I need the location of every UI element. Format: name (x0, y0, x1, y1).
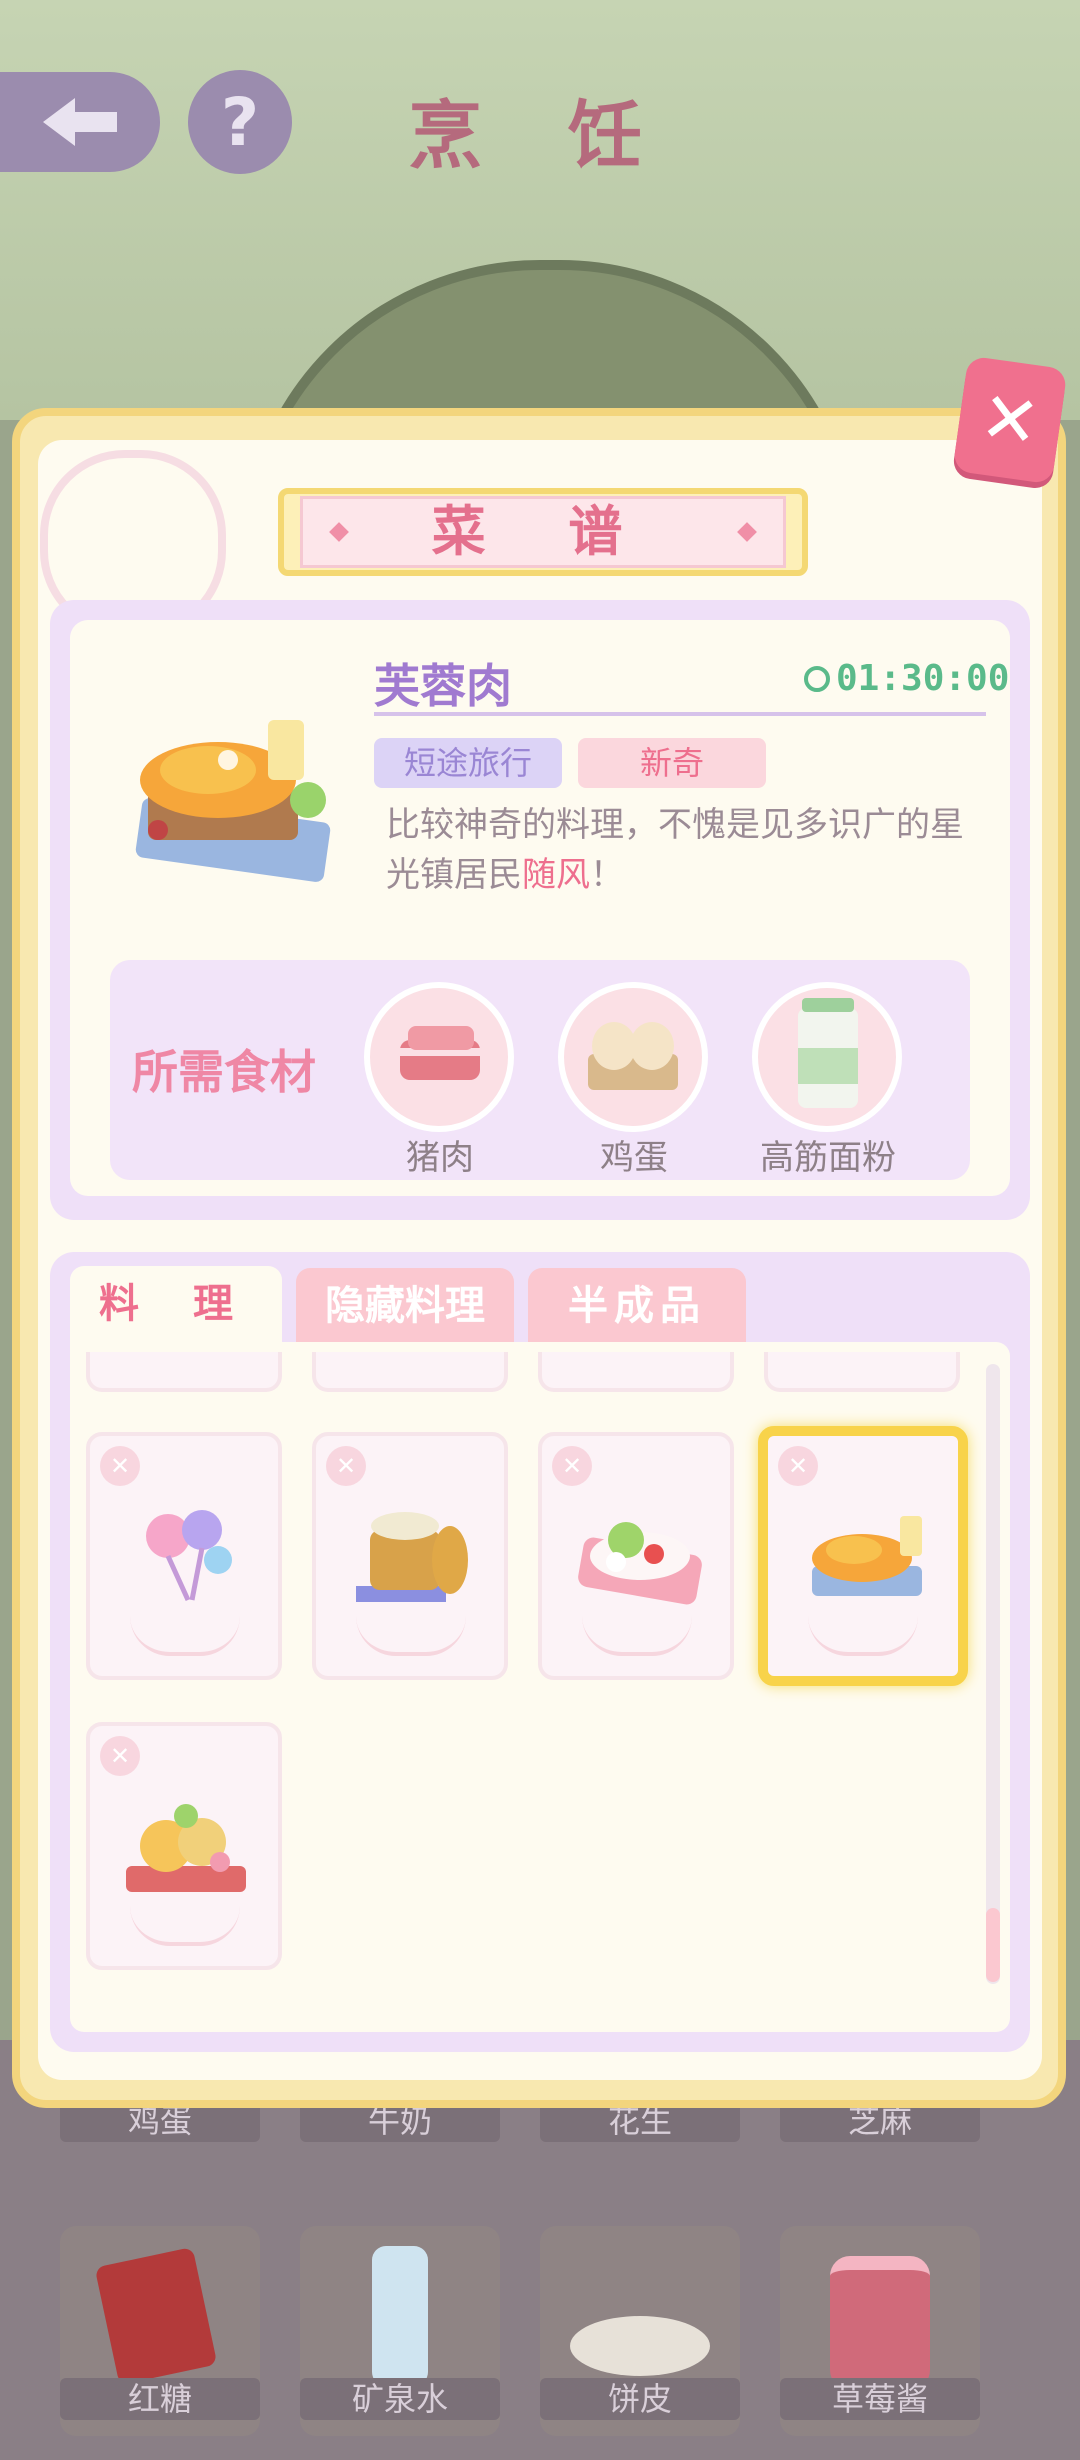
flour-bag-icon (798, 998, 858, 1108)
cook-timer: 01:30:00 (804, 658, 1009, 699)
tag-badge: 短途旅行 (374, 738, 562, 788)
wheat-ornament-icon (582, 1616, 692, 1656)
dish-card-selected[interactable]: ✕ (758, 1426, 968, 1686)
bg-ingredient-label: 饼皮 (540, 2378, 740, 2420)
dish-grid-scrollbar[interactable] (986, 1364, 1000, 1984)
clock-icon (804, 665, 830, 692)
ingredient-name: 鸡蛋 (600, 1138, 668, 1178)
ingredient-slot[interactable] (364, 982, 514, 1132)
fork-spoon-icon: ✕ (100, 1446, 140, 1486)
strawberry-jam-icon (830, 2256, 930, 2390)
ingredient-slot[interactable] (558, 982, 708, 1132)
tab-semi-finished[interactable]: 半成品 (528, 1268, 746, 1344)
water-bottle-icon (372, 2246, 428, 2386)
bg-ingredient-label: 矿泉水 (300, 2378, 500, 2420)
description-end: ！ (590, 855, 624, 895)
tab-hidden-dishes[interactable]: 隐藏料理 (296, 1268, 514, 1344)
scrollbar-thumb[interactable] (986, 1908, 1000, 1982)
steamed-buns-icon (356, 1512, 468, 1602)
salad-plate-icon (578, 1522, 702, 1605)
close-button[interactable]: ✕ (952, 355, 1068, 485)
brown-sugar-icon (94, 2246, 218, 2386)
help-button[interactable]: ? (188, 70, 292, 174)
tag-badge: 新奇 (578, 738, 766, 788)
ingredient-name: 高筋面粉 (760, 1138, 896, 1178)
back-arrow-icon (43, 98, 117, 146)
fried-pork-dish-icon (812, 1516, 922, 1596)
fork-spoon-icon: ✕ (100, 1736, 140, 1776)
bg-ingredient-label: 草莓酱 (780, 2378, 980, 2420)
description-highlight: 随风 (522, 855, 590, 895)
modal-title: 菜 谱 (431, 500, 655, 563)
wheat-ornament-icon (130, 1906, 240, 1946)
fork-spoon-icon: ✕ (778, 1446, 818, 1486)
back-button[interactable] (0, 72, 160, 172)
dish-card[interactable]: ✕ (86, 1432, 282, 1680)
fried-pork-dish-icon (118, 690, 348, 890)
bg-ingredient-label: 红糖 (60, 2378, 260, 2420)
cook-timer-value: 01:30:00 (836, 658, 1010, 699)
dish-card-partial[interactable] (538, 1352, 734, 1392)
dough-wrapper-icon (570, 2316, 710, 2376)
description-text: 比较神奇的料理，不愧是见多识广的星光镇居民 (386, 805, 964, 895)
dish-card-partial[interactable] (86, 1352, 282, 1392)
egg-carton-icon (588, 1022, 678, 1090)
ingredient-slot[interactable] (752, 982, 902, 1132)
wheat-ornament-icon (356, 1616, 466, 1656)
wheat-ornament-icon (130, 1616, 240, 1656)
lollipop-icon (146, 1510, 232, 1602)
dish-name: 芙蓉肉 (374, 659, 512, 713)
tab-dishes[interactable]: 料 理 (70, 1266, 282, 1342)
fork-spoon-icon: ✕ (326, 1446, 366, 1486)
pork-icon (400, 1026, 480, 1080)
dish-card[interactable]: ✕ (312, 1432, 508, 1680)
wheat-ornament-icon (808, 1616, 918, 1656)
fork-spoon-icon: ✕ (552, 1446, 592, 1486)
divider (374, 712, 986, 716)
ingredient-name: 猪肉 (406, 1138, 474, 1178)
scene-title: 烹 饪 (408, 93, 672, 179)
dish-card[interactable]: ✕ (538, 1432, 734, 1680)
dish-description: 比较神奇的料理，不愧是见多识广的星光镇居民随风！ (386, 800, 986, 900)
ingredients-title: 所需食材 (132, 1045, 316, 1099)
dish-card[interactable]: ✕ (86, 1722, 282, 1970)
fruit-pastry-icon (126, 1804, 246, 1892)
dish-card-partial[interactable] (764, 1352, 960, 1392)
dish-card-partial[interactable] (312, 1352, 508, 1392)
